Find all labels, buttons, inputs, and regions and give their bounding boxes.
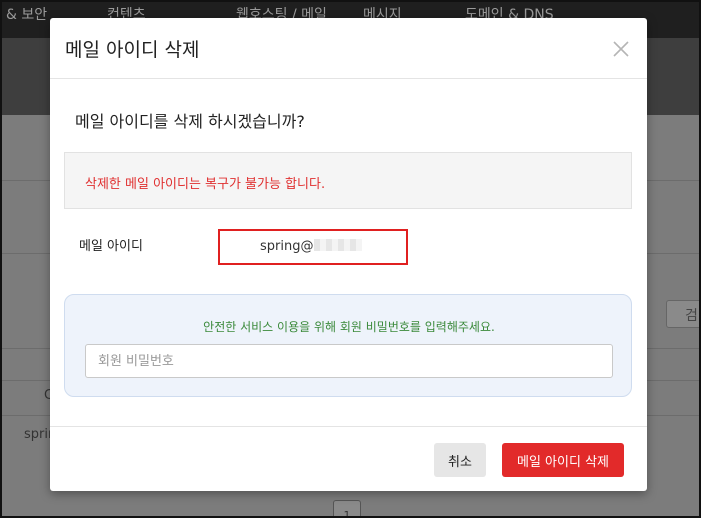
dialog-title: 메일 아이디 삭제 (65, 39, 200, 61)
warning-box: 삭제한 메일 아이디는 복구가 불가능 합니다. (64, 152, 632, 209)
redacted-mask (314, 239, 363, 251)
password-panel: 안전한 서비스 이용을 위해 회원 비밀번호를 입력해주세요. (64, 294, 632, 397)
email-value-text: spring@ (260, 239, 314, 254)
dialog-header: 메일 아이디 삭제 (50, 18, 647, 79)
email-value: spring@ (260, 239, 363, 254)
email-value-box: spring@ (218, 229, 408, 265)
password-hint: 안전한 서비스 이용을 위해 회원 비밀번호를 입력해주세요. (203, 320, 495, 334)
delete-mail-id-dialog: 메일 아이디 삭제 메일 아이디를 삭제 하시겠습니까? 삭제한 메일 아이디는… (50, 18, 647, 491)
close-icon[interactable] (610, 38, 632, 60)
search-button[interactable]: 검 (666, 300, 701, 328)
dialog-footer: 취소 메일 아이디 삭제 (50, 426, 647, 491)
email-label: 메일 아이디 (79, 239, 143, 254)
confirm-question: 메일 아이디를 삭제 하시겠습니까? (75, 112, 305, 131)
pagination-page[interactable]: 1 (333, 500, 361, 518)
nav-item-security[interactable]: & 보안 (6, 4, 47, 24)
password-input[interactable] (85, 344, 613, 378)
delete-mail-id-button[interactable]: 메일 아이디 삭제 (502, 443, 624, 477)
warning-text: 삭제한 메일 아이디는 복구가 불가능 합니다. (85, 177, 326, 192)
cancel-button[interactable]: 취소 (434, 443, 486, 477)
